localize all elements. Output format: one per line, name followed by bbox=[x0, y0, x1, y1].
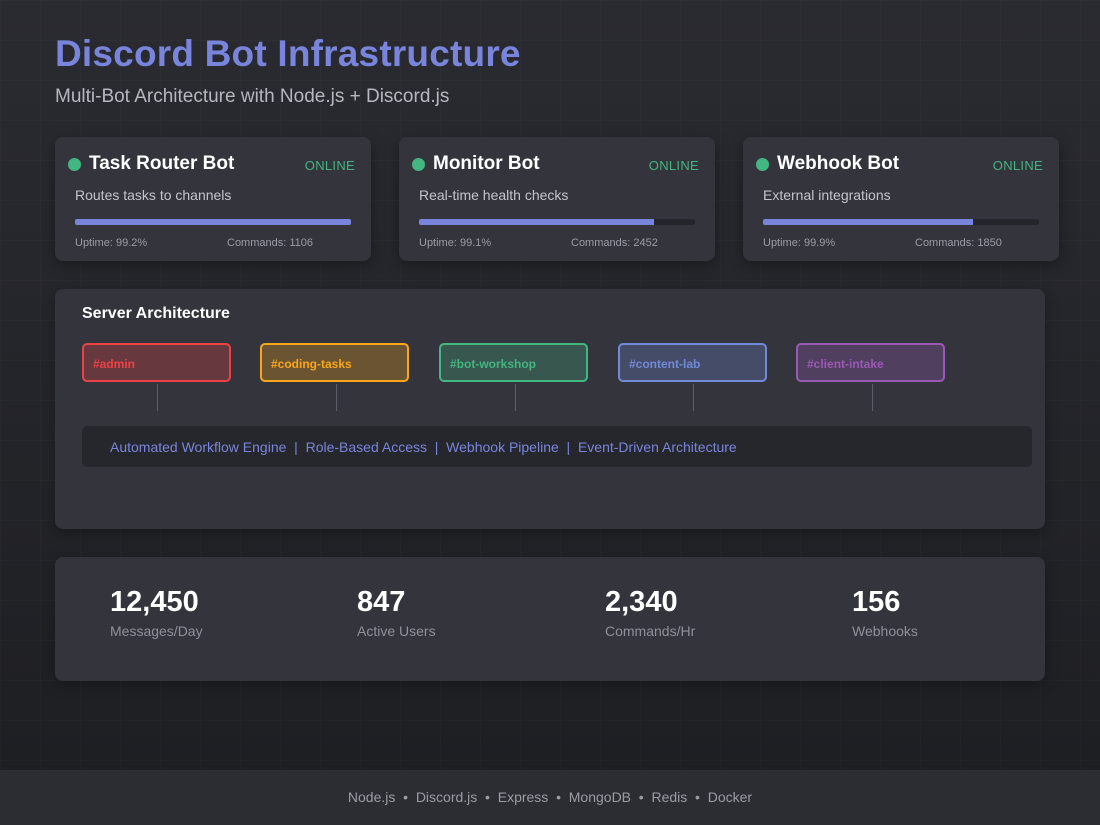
status-dot-icon bbox=[756, 158, 769, 171]
stat-webhooks: 156 Webhooks bbox=[852, 585, 918, 639]
uptime-text: Uptime: 99.9% bbox=[763, 237, 836, 249]
stat-value: 156 bbox=[852, 586, 901, 618]
commands-count: Commands: 1850 bbox=[915, 237, 1002, 249]
load-bar-fill bbox=[419, 219, 654, 225]
stat-value: 12,450 bbox=[110, 586, 199, 618]
status-badge: ONLINE bbox=[304, 158, 355, 173]
commands-count: Commands: 1106 bbox=[227, 237, 314, 249]
channel-client-intake[interactable]: #client-intake bbox=[796, 343, 945, 382]
stat-commands-per-hour: 2,340 Commands/Hr bbox=[605, 585, 695, 639]
features-list: Automated Workflow Engine | Role-Based A… bbox=[110, 439, 737, 455]
connector-line bbox=[693, 384, 694, 411]
load-bar bbox=[75, 219, 351, 225]
bot-description: External integrations bbox=[763, 187, 891, 203]
channel-label: #coding-tasks bbox=[271, 357, 352, 371]
stats-panel: 12,450 Messages/Day 847 Active Users 2,3… bbox=[55, 557, 1045, 681]
uptime-text: Uptime: 99.2% bbox=[75, 237, 148, 249]
channel-label: #content-lab bbox=[629, 357, 701, 371]
bot-name: Webhook Bot bbox=[777, 153, 900, 174]
feature-strip: Automated Workflow Engine | Role-Based A… bbox=[82, 426, 1032, 467]
channel-label: #admin bbox=[93, 357, 136, 371]
page-subtitle: Multi-Bot Architecture with Node.js + Di… bbox=[55, 86, 450, 107]
channel-admin[interactable]: #admin bbox=[82, 343, 231, 382]
channel-coding-tasks[interactable]: #coding-tasks bbox=[260, 343, 409, 382]
load-bar bbox=[763, 219, 1039, 225]
load-bar-fill bbox=[75, 219, 351, 225]
status-dot-icon bbox=[68, 158, 81, 171]
bot-description: Real-time health checks bbox=[419, 187, 569, 203]
server-architecture-panel: Server Architecture #admin #coding-tasks… bbox=[55, 289, 1045, 529]
connector-line bbox=[515, 384, 516, 411]
stat-label: Commands/Hr bbox=[605, 623, 696, 639]
status-badge: ONLINE bbox=[992, 158, 1043, 173]
stat-active-users: 847 Active Users bbox=[357, 585, 436, 639]
connector-line bbox=[157, 384, 158, 411]
bot-card-task-router[interactable]: Task Router Bot ONLINE Routes tasks to c… bbox=[55, 137, 371, 261]
channel-label: #client-intake bbox=[807, 357, 884, 371]
stat-label: Messages/Day bbox=[110, 623, 203, 639]
bot-description: Routes tasks to channels bbox=[75, 187, 232, 203]
stat-label: Active Users bbox=[357, 623, 436, 639]
stat-value: 847 bbox=[357, 586, 406, 618]
channel-label: #bot-workshop bbox=[450, 357, 536, 371]
tech-stack-list: Node.js • Discord.js • Express • MongoDB… bbox=[347, 789, 753, 805]
channel-content-lab[interactable]: #content-lab bbox=[618, 343, 767, 382]
bot-name: Monitor Bot bbox=[433, 153, 540, 174]
commands-count: Commands: 2452 bbox=[571, 237, 658, 249]
section-title: Server Architecture bbox=[82, 305, 230, 322]
bot-name: Task Router Bot bbox=[89, 153, 235, 174]
bot-card-webhook[interactable]: Webhook Bot ONLINE External integrations… bbox=[743, 137, 1059, 261]
status-dot-icon bbox=[412, 158, 425, 171]
page-title: Discord Bot Infrastructure bbox=[55, 33, 521, 74]
uptime-text: Uptime: 99.1% bbox=[419, 237, 492, 249]
connector-line bbox=[336, 384, 337, 411]
footer: Node.js • Discord.js • Express • MongoDB… bbox=[0, 770, 1100, 825]
stat-value: 2,340 bbox=[605, 586, 678, 618]
status-badge: ONLINE bbox=[648, 158, 699, 173]
stat-label: Webhooks bbox=[852, 623, 918, 639]
bot-card-monitor[interactable]: Monitor Bot ONLINE Real-time health chec… bbox=[399, 137, 715, 261]
stat-messages-per-day: 12,450 Messages/Day bbox=[110, 585, 203, 639]
load-bar-fill bbox=[763, 219, 973, 225]
connector-line bbox=[872, 384, 873, 411]
load-bar bbox=[419, 219, 695, 225]
channel-bot-workshop[interactable]: #bot-workshop bbox=[439, 343, 588, 382]
